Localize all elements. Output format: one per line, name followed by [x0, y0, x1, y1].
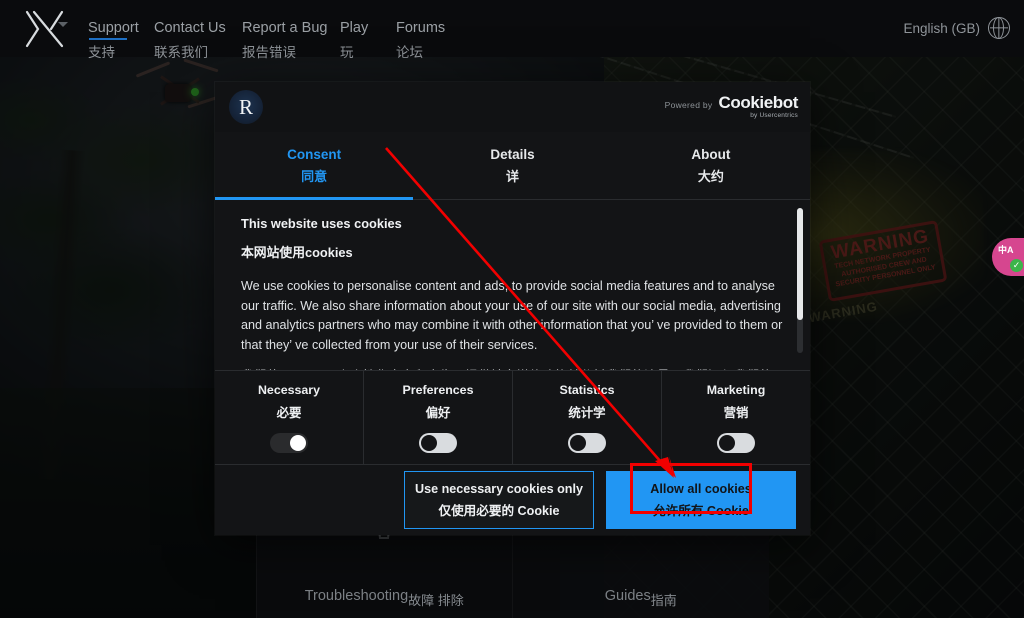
card-guides[interactable]: Guides 指南 [512, 487, 769, 618]
card-label-en: Troubleshooting [304, 588, 409, 604]
brand-logo-icon: R [229, 90, 263, 124]
category-preferences: Preferences 偏好 [363, 371, 512, 464]
card-label: Guides 指南 [604, 585, 677, 608]
dialog-scrollbar[interactable] [797, 208, 803, 353]
tab-label-en: Consent [287, 146, 342, 162]
tab-label-zh: 大约 [697, 168, 724, 184]
translate-widget-button[interactable]: 中A ✓ [992, 238, 1024, 276]
category-label-zh: 偏好 [425, 406, 451, 420]
nav-item-label-en: Support [88, 20, 139, 36]
card-spacer [769, 530, 1024, 618]
chevron-down-icon[interactable] [58, 22, 68, 27]
toggle-statistics[interactable] [568, 433, 606, 453]
use-necessary-cookies-only-button[interactable]: Use necessary cookies only 仅使用必要的 Cookie [404, 471, 594, 529]
dialog-scrollbar-thumb[interactable] [797, 208, 803, 320]
screen: WARNING TECH NETWORK PROPERTY AUTHORISED… [0, 0, 1024, 618]
nav-item-label-zh: 联系我们 [154, 45, 208, 60]
cookiebot-sublabel: by Usercentrics [750, 112, 798, 119]
dialog-tabs: Consent 同意 Details 详 About 大约 [215, 132, 810, 200]
dialog-actions: Use necessary cookies only 仅使用必要的 Cookie… [215, 465, 810, 535]
category-marketing: Marketing 营销 [661, 371, 810, 464]
category-label-en: Preferences [402, 383, 474, 397]
nav-item-label-en: Forums [396, 20, 446, 36]
tab-label-zh: 详 [505, 168, 519, 184]
powered-by-label: Powered by [664, 100, 713, 110]
allow-all-cookies-button[interactable]: Allow all cookies 允许所有 Cookie [606, 471, 796, 529]
tab-consent[interactable]: Consent 同意 [215, 132, 414, 200]
button-label-zh: 允许所有 Cookie [653, 503, 749, 518]
dialog-body: This website uses cookies 本网站使用cookies W… [215, 200, 810, 370]
powered-by-cookiebot[interactable]: Powered by Cookiebot by Usercentrics [664, 94, 799, 119]
nav-item-support[interactable]: Support 支持 [88, 0, 152, 60]
dialog-paragraph-en: We use cookies to personalise content an… [241, 279, 783, 352]
nav-item-contact-us[interactable]: Contact Us 联系我们 [154, 0, 240, 60]
dialog-header: R Powered by Cookiebot by Usercentrics [215, 82, 810, 132]
tab-label-zh: 同意 [301, 168, 328, 184]
check-icon: ✓ [1010, 259, 1023, 272]
card-label: Troubleshooting 故障 排除 [304, 585, 464, 608]
top-navigation: Support 支持 Contact Us 联系我们 Report a Bug … [0, 0, 1024, 60]
category-label-en: Marketing [706, 383, 766, 397]
button-label-zh: 仅使用必要的 Cookie [438, 503, 560, 518]
tab-about[interactable]: About 大约 [612, 132, 810, 199]
globe-icon [988, 17, 1010, 39]
cookiebot-logo: Cookiebot by Usercentrics [718, 94, 798, 119]
brand-logo-letter: R [238, 94, 253, 119]
card-troubleshooting[interactable]: Troubleshooting 故障 排除 [255, 487, 512, 618]
x-logo-icon [25, 10, 64, 48]
tab-label-en: About [691, 146, 731, 162]
tab-label-en: Details [490, 146, 535, 162]
nav-item-label-zh: 报告错误 [242, 45, 296, 60]
nav-item-report-a-bug[interactable]: Report a Bug 报告错误 [242, 0, 346, 60]
language-label: English (GB) [903, 20, 980, 36]
toggle-preferences[interactable] [419, 433, 457, 453]
nav-item-label-zh: 论坛 [396, 45, 423, 60]
category-label-en: Statistics [559, 383, 615, 397]
nav-item-label-zh: 支持 [88, 45, 115, 60]
nav-item-label-zh: 玩 [340, 45, 354, 60]
dialog-heading-en: This website uses cookies [241, 216, 402, 231]
nav-item-label-en: Play [340, 20, 369, 36]
site-logo[interactable] [16, 9, 74, 49]
dialog-heading-zh: 本网站使用cookies [241, 245, 353, 260]
tab-details[interactable]: Details 详 [413, 132, 611, 199]
category-label-zh: 营销 [723, 406, 749, 420]
cookiebot-name: Cookiebot [718, 93, 798, 112]
nav-active-indicator [89, 38, 127, 40]
bottom-card-row: Troubleshooting 故障 排除 Guides 指南 [0, 487, 1024, 618]
cookie-consent-dialog: R Powered by Cookiebot by Usercentrics C… [215, 82, 810, 535]
button-label-en: Allow all cookies [650, 481, 752, 496]
toggle-necessary[interactable] [270, 433, 308, 453]
category-label-zh: 必要 [276, 406, 302, 420]
translate-widget-glyphs: 中A [998, 245, 1014, 255]
dialog-paragraph-zh: 我们使用 cookie 来个性化内容和广告、提供社交媒体功能并分析我们的流量。我… [241, 367, 784, 370]
nav-item-label-en: Contact Us [154, 20, 226, 36]
category-necessary: Necessary 必要 [215, 371, 363, 464]
card-label-zh: 故障 排除 [408, 593, 464, 608]
category-statistics: Statistics 统计学 [512, 371, 661, 464]
nav-item-label-en: Report a Bug [242, 20, 328, 36]
card-label-en: Guides [604, 588, 651, 604]
card-label-zh: 指南 [650, 593, 677, 608]
category-label-en: Necessary [257, 383, 320, 397]
toggle-marketing[interactable] [717, 433, 755, 453]
nav-item-forums[interactable]: Forums 论坛 [396, 0, 458, 60]
language-selector[interactable]: English (GB) [903, 17, 1010, 39]
cookie-categories: Necessary 必要 Preferences 偏好 Statistics 统… [215, 370, 810, 465]
nav-item-play[interactable]: Play 玩 [340, 0, 380, 60]
card-spacer [0, 530, 256, 618]
button-label-en: Use necessary cookies only [414, 481, 583, 496]
category-label-zh: 统计学 [568, 406, 606, 420]
